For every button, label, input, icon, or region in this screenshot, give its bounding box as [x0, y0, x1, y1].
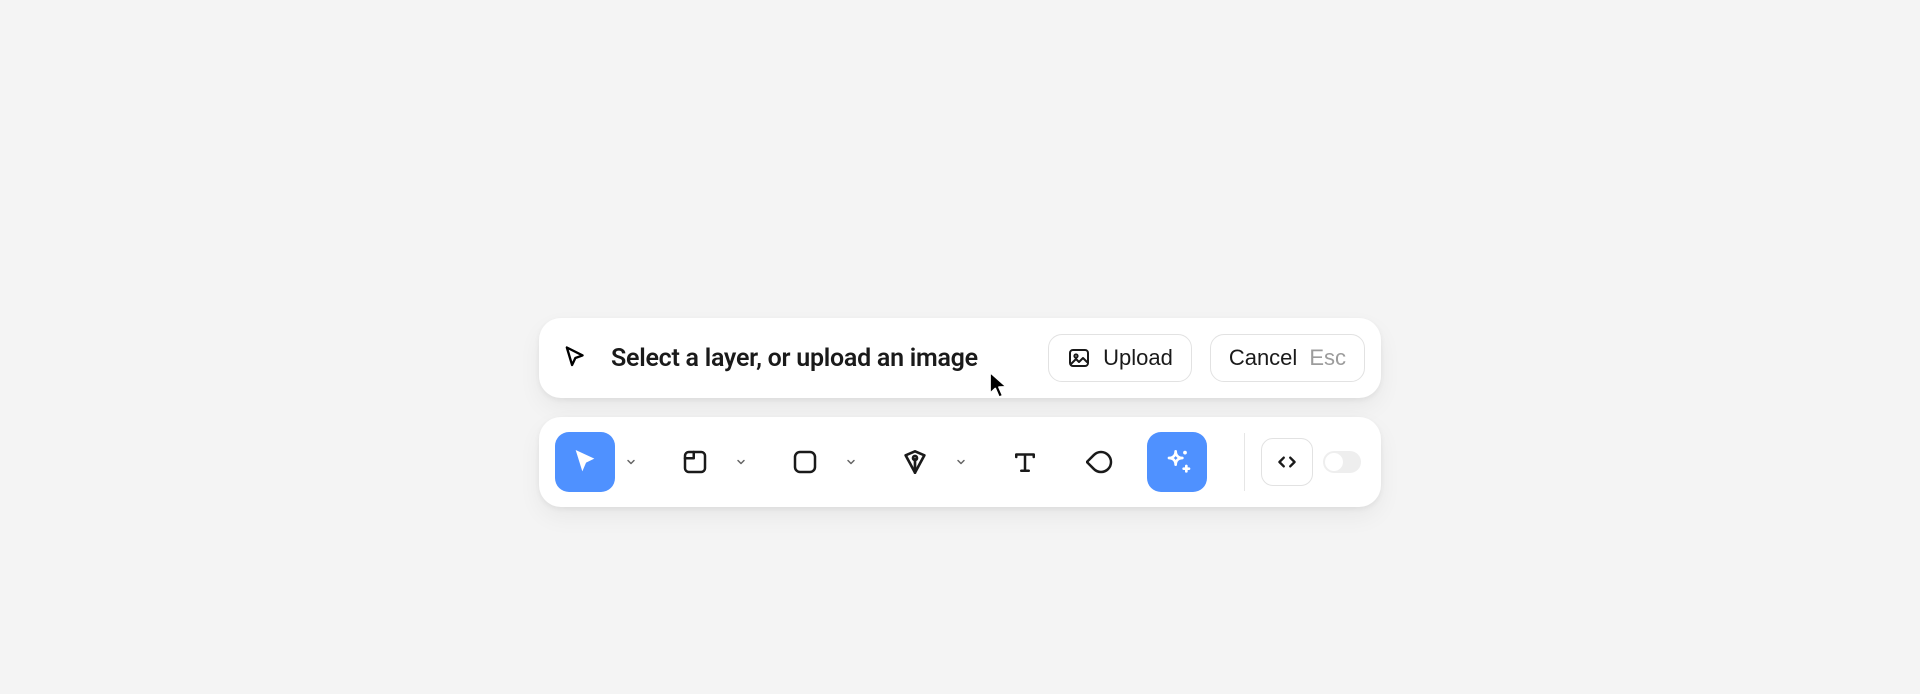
cursor-outline-icon	[561, 344, 589, 372]
code-icon	[1274, 449, 1300, 475]
cancel-button[interactable]: Cancel Esc	[1210, 334, 1365, 382]
sparkle-icon	[1161, 446, 1193, 478]
rectangle-icon	[790, 447, 820, 477]
dev-mode-toggle[interactable]	[1323, 451, 1361, 473]
prompt-left: Select a layer, or upload an image	[561, 344, 1030, 373]
toolbar-divider	[1244, 433, 1246, 491]
cancel-shortcut: Esc	[1309, 345, 1346, 371]
pen-icon	[899, 446, 931, 478]
upload-button[interactable]: Upload	[1048, 334, 1192, 382]
chevron-down-icon	[845, 456, 857, 468]
dev-mode-button[interactable]	[1261, 438, 1313, 486]
cancel-label: Cancel	[1229, 345, 1297, 371]
shape-tool[interactable]	[775, 432, 835, 492]
main-toolbar	[539, 417, 1381, 507]
prompt-instruction: Select a layer, or upload an image	[611, 344, 978, 373]
move-tool[interactable]	[555, 432, 615, 492]
move-tool-options[interactable]	[617, 432, 645, 492]
action-prompt-bar: Select a layer, or upload an image Uploa…	[539, 318, 1381, 398]
tool-group-dev	[1261, 438, 1365, 486]
pen-tool-options[interactable]	[947, 432, 975, 492]
text-tool[interactable]	[995, 432, 1055, 492]
pen-tool[interactable]	[885, 432, 945, 492]
tool-group-main	[555, 417, 1228, 507]
ai-tool[interactable]	[1147, 432, 1207, 492]
chevron-down-icon	[625, 456, 637, 468]
frame-tool-options[interactable]	[727, 432, 755, 492]
comment-tool[interactable]	[1071, 432, 1131, 492]
image-icon	[1067, 346, 1091, 370]
shape-tool-options[interactable]	[837, 432, 865, 492]
chevron-down-icon	[955, 456, 967, 468]
frame-tool[interactable]	[665, 432, 725, 492]
frame-icon	[680, 447, 710, 477]
text-icon	[1010, 447, 1040, 477]
upload-label: Upload	[1103, 345, 1173, 371]
cursor-icon	[569, 446, 601, 478]
chevron-down-icon	[735, 456, 747, 468]
comment-icon	[1086, 447, 1116, 477]
